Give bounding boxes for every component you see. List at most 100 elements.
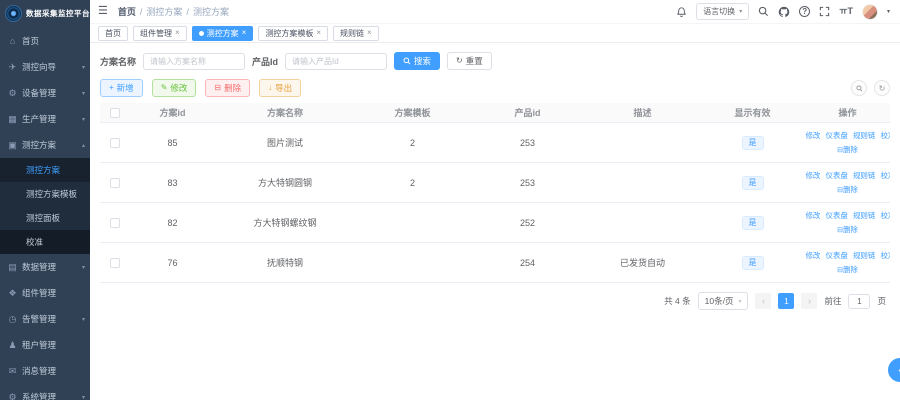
sidebar-item-tenants[interactable]: ♟ 租户管理 bbox=[0, 332, 90, 358]
font-size-glyph: ㅠT bbox=[839, 7, 853, 16]
language-switch-button[interactable]: 语言切换 ▾ bbox=[696, 3, 749, 20]
tab-plans[interactable]: 测控方案 × bbox=[192, 26, 254, 41]
sidebar-item-label: 数据管理 bbox=[22, 261, 56, 273]
row-rule-chain-link[interactable]: 规则链 bbox=[853, 250, 876, 261]
sidebar-item-data[interactable]: ▤ 数据管理 ▾ bbox=[0, 254, 90, 280]
submenu-item-calibration[interactable]: 校准 bbox=[0, 230, 90, 254]
reset-button-label: 重置 bbox=[466, 55, 483, 67]
hamburger-icon[interactable]: ☰ bbox=[98, 6, 108, 17]
tab-home[interactable]: 首页 bbox=[98, 26, 128, 41]
breadcrumb: 首页 / 测控方案 / 测控方案 bbox=[118, 5, 229, 18]
pagination: 共 4 条 10条/页 ▾ ‹ 1 › 前往 页 bbox=[100, 292, 890, 310]
submenu-item-panels[interactable]: 测控面板 bbox=[0, 206, 90, 230]
submenu-item-plan-templates[interactable]: 测控方案模板 bbox=[0, 182, 90, 206]
reset-button[interactable]: ↻ 重置 bbox=[447, 52, 492, 70]
font-size-icon[interactable]: ㅠT bbox=[839, 7, 853, 16]
chevron-down-icon: ▾ bbox=[738, 298, 741, 305]
active-dot bbox=[199, 31, 204, 36]
product-id-input[interactable] bbox=[285, 53, 387, 70]
close-icon[interactable]: × bbox=[175, 29, 180, 37]
row-rule-chain-link[interactable]: 规则链 bbox=[853, 130, 876, 141]
valid-badge: 是 bbox=[742, 136, 764, 150]
caret-down-icon[interactable]: ▾ bbox=[887, 8, 890, 15]
row-dashboard-link[interactable]: 仪表盘 bbox=[825, 250, 848, 261]
add-button[interactable]: + 新增 bbox=[100, 79, 143, 97]
row-dashboard-link[interactable]: 仪表盘 bbox=[825, 170, 848, 181]
prev-page-button[interactable]: ‹ bbox=[755, 293, 771, 309]
row-dashboard-link[interactable]: 仪表盘 bbox=[825, 130, 848, 141]
row-edit-link[interactable]: ✎修改 bbox=[805, 250, 820, 261]
tab-rule-chain[interactable]: 规则链 × bbox=[333, 26, 379, 41]
github-icon[interactable] bbox=[778, 6, 790, 18]
sidebar-item-home[interactable]: ⌂ 首页 bbox=[0, 28, 90, 54]
row-edit-link[interactable]: ✎修改 bbox=[805, 130, 820, 141]
breadcrumb-home[interactable]: 首页 bbox=[118, 5, 136, 18]
valid-badge: 是 bbox=[742, 176, 764, 190]
next-page-button[interactable]: › bbox=[801, 293, 817, 309]
help-icon[interactable]: ? bbox=[799, 6, 810, 17]
row-dashboard-link[interactable]: 仪表盘 bbox=[825, 210, 848, 221]
search-button[interactable]: 搜索 bbox=[394, 52, 440, 70]
tab-plan-templates[interactable]: 测控方案模板 × bbox=[258, 26, 328, 41]
sidebar-item-plans[interactable]: ▣ 测控方案 ▴ bbox=[0, 132, 90, 158]
cell-plan-name: 方大特钢圆钢 bbox=[215, 176, 355, 189]
sidebar-item-system[interactable]: ⚙ 系统管理 ▾ bbox=[0, 384, 90, 400]
plan-name-input[interactable] bbox=[143, 53, 245, 70]
close-icon[interactable]: × bbox=[367, 29, 372, 37]
row-checkbox[interactable] bbox=[110, 218, 120, 228]
row-rule-chain-link[interactable]: 规则链 bbox=[853, 170, 876, 181]
row-edit-link[interactable]: ✎修改 bbox=[805, 210, 820, 221]
breadcrumb-plans[interactable]: 测控方案 bbox=[146, 5, 182, 18]
row-calibrate-link[interactable]: 校准 bbox=[880, 250, 890, 261]
row-calibrate-link[interactable]: 校准 bbox=[880, 170, 890, 181]
top-header: ☰ 首页 / 测控方案 / 测控方案 语言切换 ▾ ? bbox=[90, 0, 900, 24]
wizard-icon: ✈ bbox=[7, 62, 18, 73]
search-icon[interactable] bbox=[758, 6, 769, 17]
row-rule-chain-link[interactable]: 规则链 bbox=[853, 210, 876, 221]
avatar[interactable] bbox=[862, 4, 878, 20]
row-calibrate-link[interactable]: 校准 bbox=[880, 130, 890, 141]
column-description: 描述 bbox=[585, 106, 700, 119]
edit-button[interactable]: ✎ 修改 bbox=[152, 79, 197, 97]
bell-icon[interactable] bbox=[676, 6, 687, 17]
tab-label: 测控方案 bbox=[207, 28, 239, 39]
goto-page-input[interactable] bbox=[848, 294, 870, 309]
row-delete-link[interactable]: ⊟删除 bbox=[837, 144, 858, 155]
column-plan-template: 方案模板 bbox=[355, 106, 470, 119]
export-button[interactable]: ↓ 导出 bbox=[259, 79, 301, 97]
page-size-select[interactable]: 10条/页 ▾ bbox=[698, 292, 749, 310]
row-checkbox[interactable] bbox=[110, 178, 120, 188]
column-operations: 操作 bbox=[805, 106, 890, 119]
toggle-search-button[interactable] bbox=[851, 80, 867, 96]
submenu-item-label: 测控方案 bbox=[26, 164, 60, 176]
column-plan-id: 方案id bbox=[130, 106, 215, 119]
row-delete-link[interactable]: ⊟删除 bbox=[837, 264, 858, 275]
row-edit-link[interactable]: ✎修改 bbox=[805, 170, 820, 181]
row-operations: ✎修改 仪表盘 规则链 校准 ⊟删除 bbox=[805, 250, 890, 275]
sidebar-item-devices[interactable]: ⚙ 设备管理 ▾ bbox=[0, 80, 90, 106]
row-checkbox[interactable] bbox=[110, 138, 120, 148]
breadcrumb-current: 测控方案 bbox=[193, 5, 229, 18]
sidebar-item-wizard[interactable]: ✈ 测控向导 ▾ bbox=[0, 54, 90, 80]
row-calibrate-link[interactable]: 校准 bbox=[880, 210, 890, 221]
close-icon[interactable]: × bbox=[242, 29, 247, 37]
page-1-button[interactable]: 1 bbox=[778, 293, 794, 309]
tab-components[interactable]: 组件管理 × bbox=[133, 26, 187, 41]
select-all-checkbox[interactable] bbox=[110, 108, 120, 118]
refresh-table-button[interactable]: ↻ bbox=[874, 80, 890, 96]
home-icon: ⌂ bbox=[7, 36, 18, 46]
delete-button[interactable]: ⊟ 删除 bbox=[205, 79, 250, 97]
sidebar-item-production[interactable]: ▦ 生产管理 ▾ bbox=[0, 106, 90, 132]
row-checkbox[interactable] bbox=[110, 258, 120, 268]
app-logo[interactable]: 数据采集监控平台 bbox=[0, 0, 90, 26]
fullscreen-icon[interactable] bbox=[819, 6, 830, 17]
submenu-item-plans[interactable]: 测控方案 bbox=[0, 158, 90, 182]
sidebar-item-components[interactable]: ❖ 组件管理 bbox=[0, 280, 90, 306]
sidebar-item-alarms[interactable]: ◷ 告警管理 ▾ bbox=[0, 306, 90, 332]
row-delete-link[interactable]: ⊟删除 bbox=[837, 184, 858, 195]
sidebar-item-messages[interactable]: ✉ 消息管理 bbox=[0, 358, 90, 384]
row-delete-link[interactable]: ⊟删除 bbox=[837, 224, 858, 235]
close-icon[interactable]: × bbox=[316, 29, 321, 37]
add-button-label: 新增 bbox=[117, 82, 134, 94]
sidebar-item-label: 首页 bbox=[22, 35, 39, 47]
